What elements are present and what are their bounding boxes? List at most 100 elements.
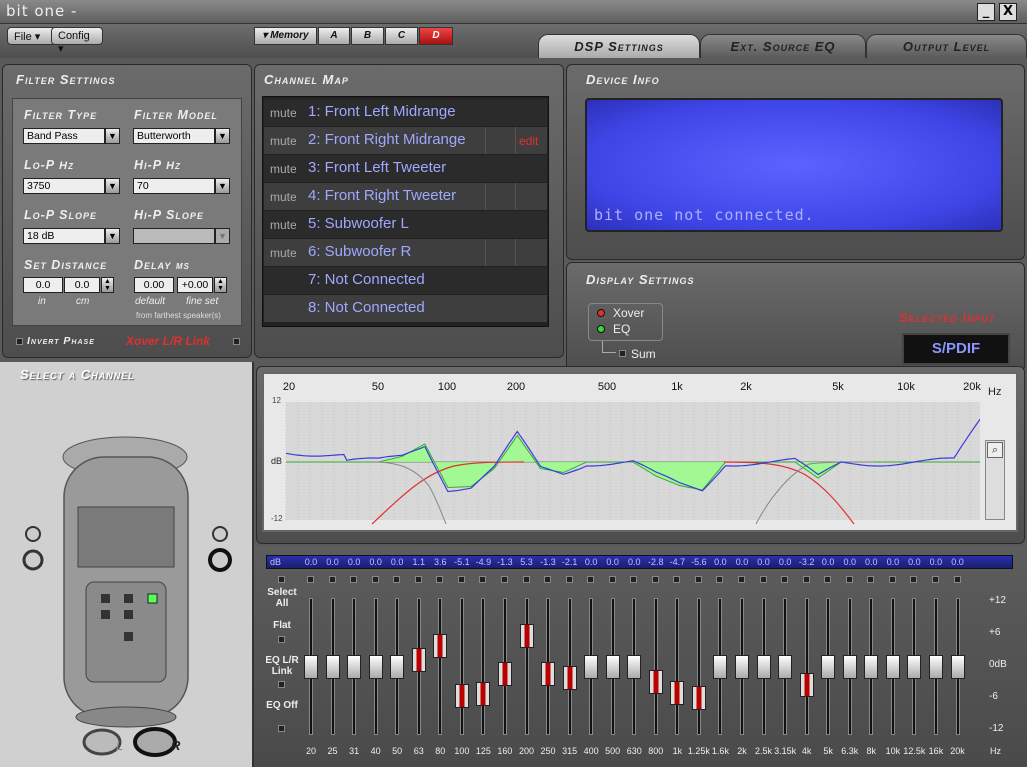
eq-slider-thumb[interactable]: [821, 654, 836, 679]
chevron-down-icon[interactable]: ▼: [105, 178, 120, 194]
tab-dsp-settings[interactable]: DSP Settings: [538, 34, 700, 58]
eq-band-select[interactable]: [630, 576, 638, 583]
channel-row[interactable]: mute 4: Front Right Tweeter: [264, 183, 547, 210]
eq-slider-thumb[interactable]: [562, 666, 577, 691]
mute-button[interactable]: mute: [270, 190, 297, 204]
eq-band-select[interactable]: [414, 576, 422, 583]
chevron-down-icon[interactable]: ▼: [215, 128, 230, 144]
eq-band-select[interactable]: [371, 576, 379, 583]
distance-cm-input[interactable]: 0.0: [64, 277, 100, 293]
channel-row[interactable]: 8: Not Connected: [264, 295, 547, 322]
eq-band-select[interactable]: [522, 576, 530, 583]
eq-band-select[interactable]: [716, 576, 724, 583]
channel-row[interactable]: mute 6: Subwoofer R: [264, 239, 547, 266]
eq-slider-thumb[interactable]: [627, 654, 642, 679]
eq-band-select[interactable]: [953, 576, 961, 583]
distance-stepper[interactable]: ▲ ▼: [101, 277, 114, 293]
hip-frequency-input[interactable]: 70: [133, 178, 215, 194]
eq-band-select[interactable]: [931, 576, 939, 583]
eq-band-select[interactable]: [845, 576, 853, 583]
eq-slider-track[interactable]: [459, 598, 464, 735]
eq-slider-thumb[interactable]: [907, 654, 922, 679]
eq-band-select[interactable]: [824, 576, 832, 583]
eq-slider-track[interactable]: [524, 598, 529, 735]
mute-button[interactable]: mute: [270, 218, 297, 232]
eq-slider-thumb[interactable]: [928, 654, 943, 679]
eq-slider-thumb[interactable]: [325, 654, 340, 679]
eq-link-checkbox[interactable]: [278, 681, 285, 688]
preset-d-button[interactable]: D: [419, 27, 453, 45]
eq-band-select[interactable]: [457, 576, 465, 583]
invert-phase-checkbox[interactable]: [16, 338, 23, 345]
eq-slider-thumb[interactable]: [885, 654, 900, 679]
channel-row[interactable]: 7: Not Connected: [264, 267, 547, 294]
eq-band-select[interactable]: [544, 576, 552, 583]
mute-button[interactable]: mute: [270, 106, 297, 120]
preset-c-button[interactable]: C: [385, 27, 418, 45]
file-menu[interactable]: File ▾: [7, 27, 57, 45]
minimize-button[interactable]: _: [977, 3, 995, 21]
eq-slider-thumb[interactable]: [304, 654, 318, 679]
eq-band-select[interactable]: [738, 576, 745, 583]
chevron-down-icon[interactable]: ▼: [215, 178, 230, 194]
eq-band-select[interactable]: [328, 576, 336, 583]
eq-band-select[interactable]: [393, 576, 401, 583]
mute-button[interactable]: mute: [270, 134, 297, 148]
eq-off-checkbox[interactable]: [278, 725, 285, 732]
eq-slider-track[interactable]: [804, 598, 809, 735]
eq-slider-thumb[interactable]: [691, 686, 706, 711]
eq-slider-thumb[interactable]: [497, 661, 512, 686]
eq-slider-thumb[interactable]: [778, 654, 793, 679]
eq-slider-track[interactable]: [653, 598, 658, 735]
eq-slider-thumb[interactable]: [584, 654, 599, 679]
eq-band-select[interactable]: [608, 576, 616, 583]
eq-band-select[interactable]: [587, 576, 595, 583]
select-all-checkbox[interactable]: [278, 576, 285, 583]
eq-band-select[interactable]: [759, 576, 767, 583]
eq-slider-thumb[interactable]: [713, 654, 728, 679]
flat-button[interactable]: [278, 636, 285, 643]
filter-type-select[interactable]: Band Pass: [23, 128, 105, 144]
eq-slider-thumb[interactable]: [411, 648, 426, 673]
eq-slider-thumb[interactable]: [605, 654, 620, 679]
delay-fine-input[interactable]: +0.00: [177, 277, 213, 293]
eq-slider-thumb[interactable]: [756, 654, 771, 679]
eq-slider-thumb[interactable]: [864, 654, 879, 679]
xover-led-icon[interactable]: [597, 309, 605, 317]
select-all-button[interactable]: Select All: [262, 587, 302, 609]
filter-model-select[interactable]: Butterworth: [133, 128, 215, 144]
eq-band-select[interactable]: [673, 576, 681, 583]
zoom-icon[interactable]: ⌕: [987, 442, 1003, 458]
eq-slider-thumb[interactable]: [454, 683, 469, 708]
eq-band-select[interactable]: [694, 576, 702, 583]
eq-slider-thumb[interactable]: [842, 654, 857, 679]
eq-slider-track[interactable]: [438, 598, 443, 735]
eq-slider-thumb[interactable]: [950, 654, 965, 679]
chevron-down-icon[interactable]: ▼: [105, 128, 120, 144]
eq-slider-thumb[interactable]: [735, 654, 749, 679]
eq-slider-track[interactable]: [481, 598, 486, 735]
eq-band-select[interactable]: [479, 576, 487, 583]
selected-input-display[interactable]: S/PDIF: [902, 333, 1010, 365]
delay-default-input[interactable]: 0.00: [134, 277, 174, 293]
mute-button[interactable]: mute: [270, 246, 297, 260]
mute-button[interactable]: mute: [270, 162, 297, 176]
tab-ext-source-eq[interactable]: Ext. Source EQ: [700, 34, 866, 58]
eq-band-select[interactable]: [867, 576, 875, 583]
eq-band-select[interactable]: [781, 576, 789, 583]
eq-band-select[interactable]: [651, 576, 659, 583]
eq-band-select[interactable]: [910, 576, 918, 583]
preset-b-button[interactable]: B: [351, 27, 384, 45]
lop-slope-select[interactable]: 18 dB: [23, 228, 105, 244]
eq-slider-thumb[interactable]: [347, 654, 362, 679]
lop-frequency-input[interactable]: 3750: [23, 178, 105, 194]
channel-row[interactable]: mute 2: Front Right Midrange edit: [264, 127, 547, 154]
channel-row[interactable]: mute 5: Subwoofer L: [264, 211, 547, 238]
eq-slider-thumb[interactable]: [670, 681, 685, 706]
close-button[interactable]: X: [999, 3, 1017, 21]
eq-band-select[interactable]: [565, 576, 573, 583]
eq-band-select[interactable]: [500, 576, 508, 583]
eq-band-select[interactable]: [436, 576, 444, 583]
eq-slider-thumb[interactable]: [648, 670, 663, 695]
xover-link-checkbox[interactable]: [233, 338, 240, 345]
